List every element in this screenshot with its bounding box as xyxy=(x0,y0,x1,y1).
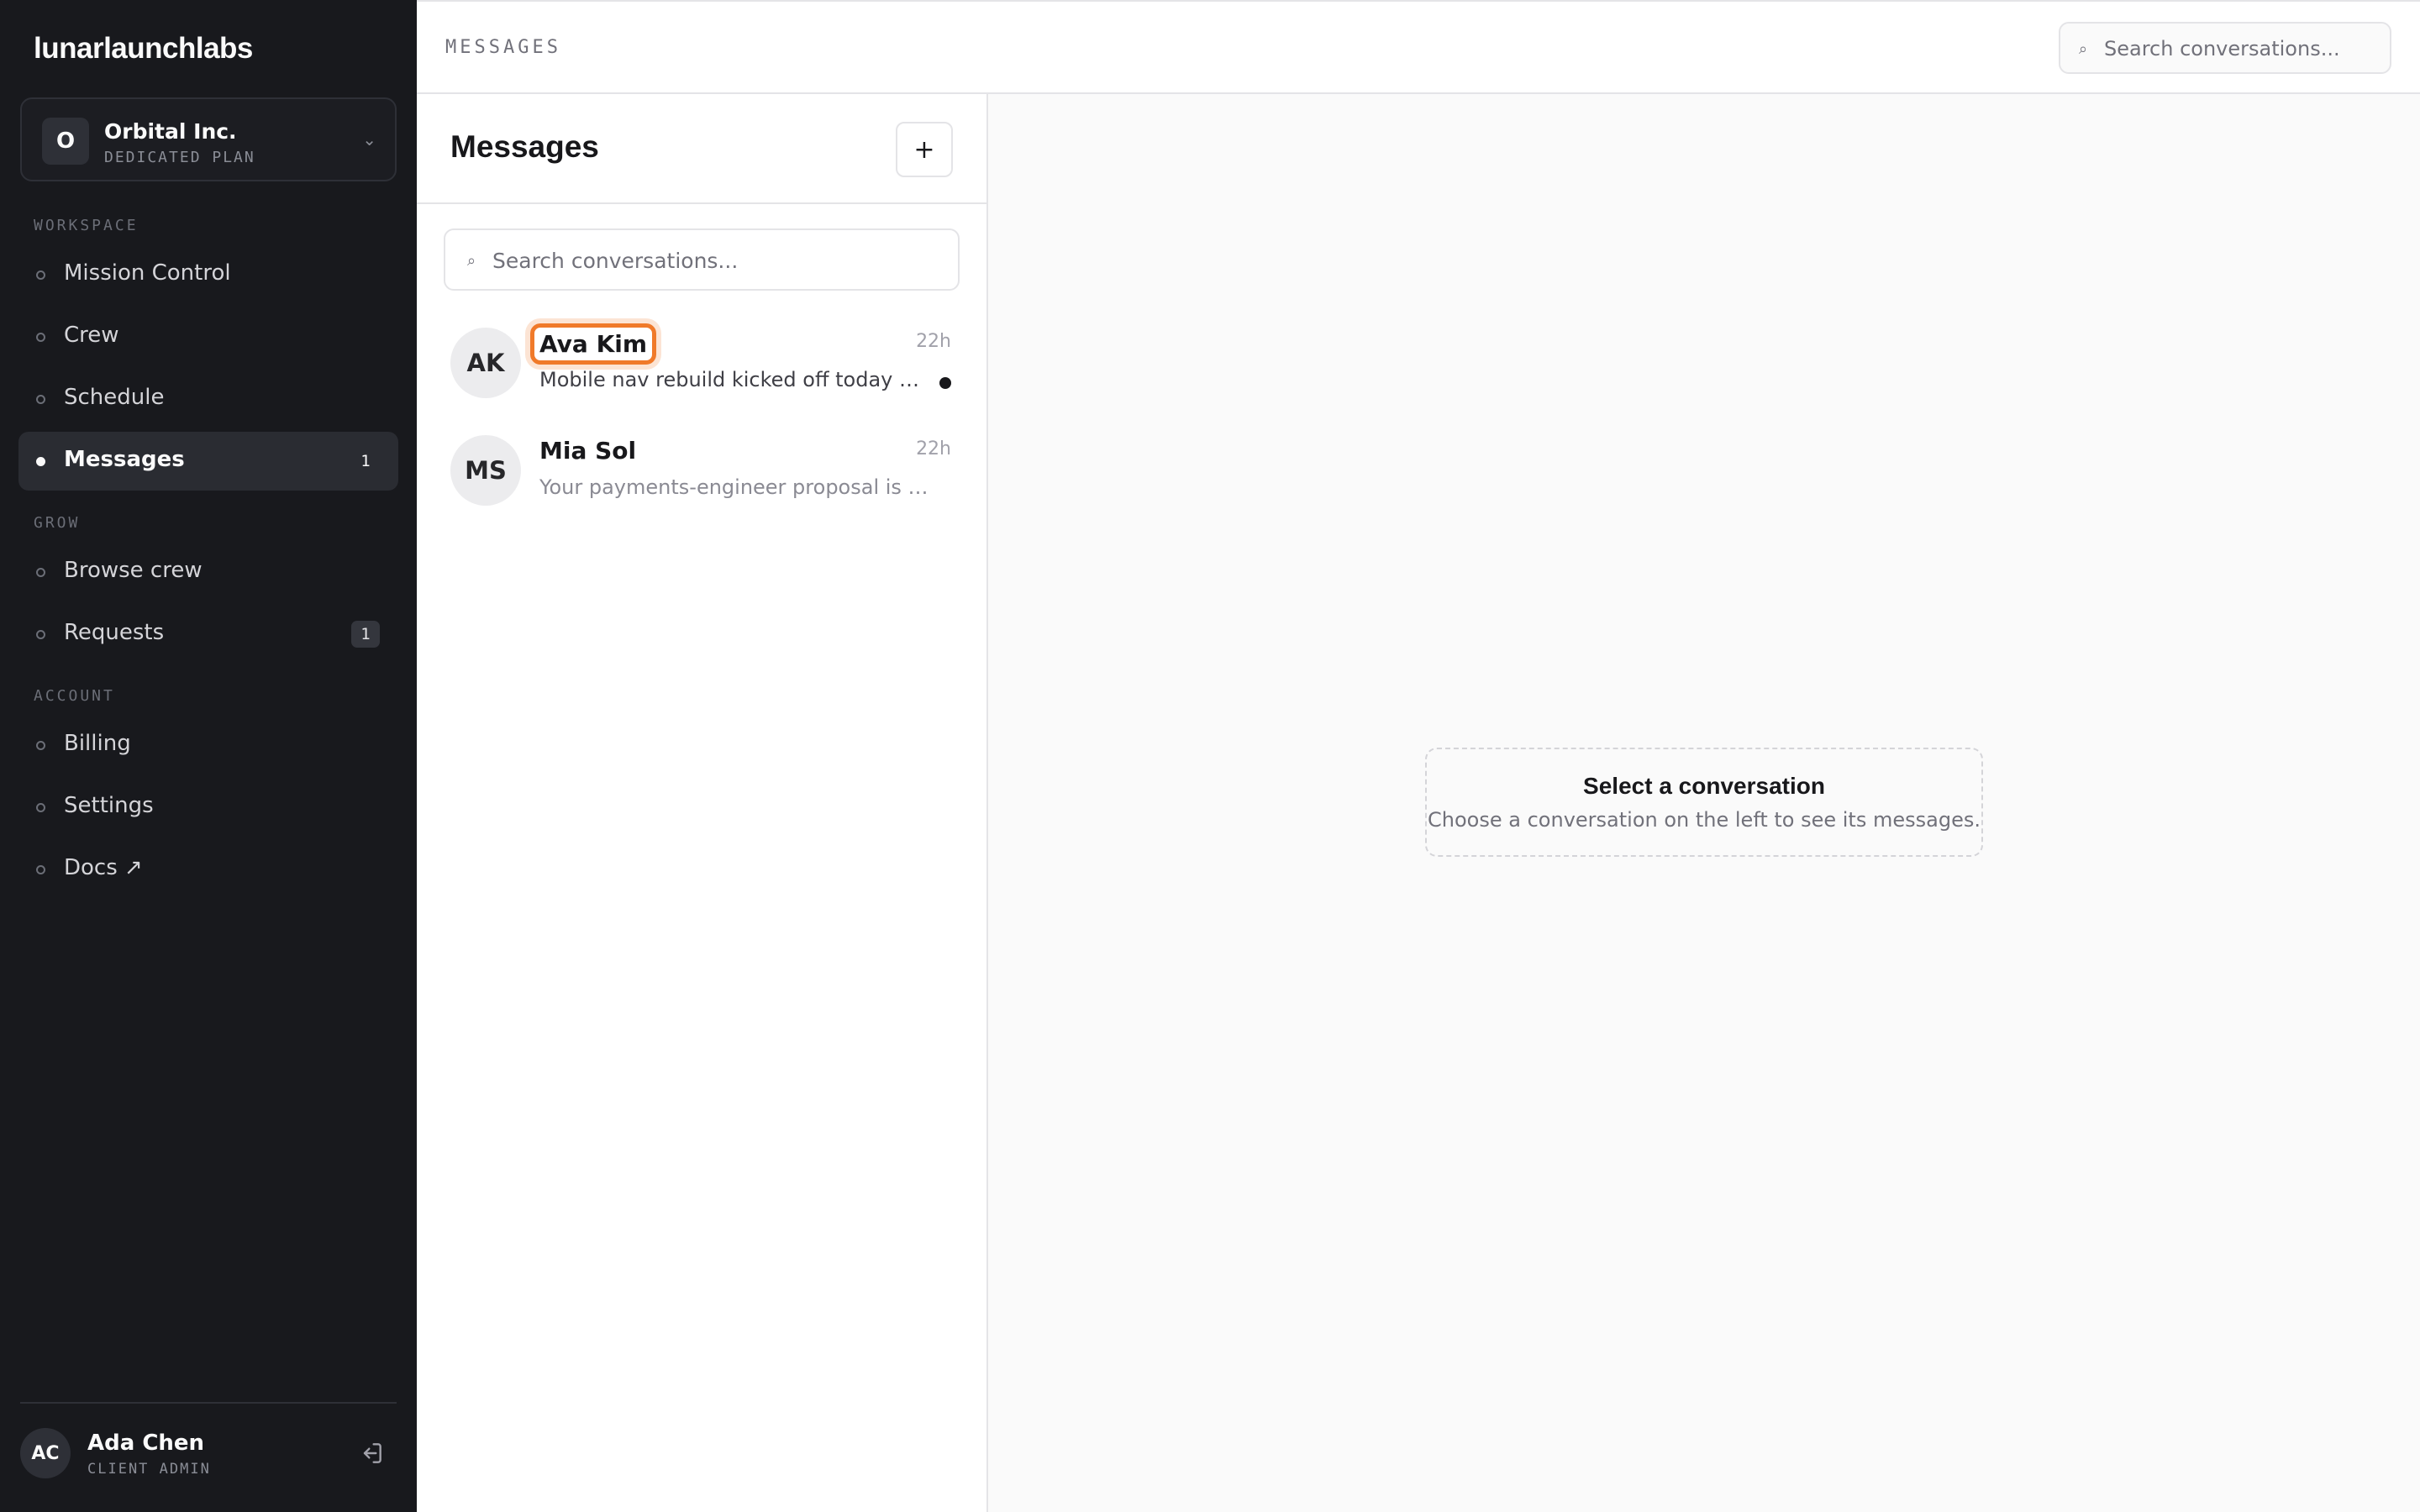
top-bar: MESSAGES ⌕ Search conversations... xyxy=(417,0,2420,94)
circle-icon xyxy=(36,741,45,750)
page-title: Messages xyxy=(450,129,599,164)
sidebar-item-label: Mission Control xyxy=(64,260,231,286)
sidebar-item-label: Messages xyxy=(64,447,185,472)
circle-icon xyxy=(36,333,45,342)
circle-icon xyxy=(36,865,45,874)
sidebar-item-label: Crew xyxy=(64,323,119,348)
circle-icon xyxy=(36,457,45,466)
conversation-name: Mia Sol xyxy=(539,437,637,465)
avatar: AK xyxy=(450,328,521,398)
divider xyxy=(417,202,986,204)
brand-logo[interactable]: lunarlaunchlabs xyxy=(34,32,253,66)
chevron-down-icon: ⌄ xyxy=(362,129,376,150)
sidebar-item-mission-control[interactable]: Mission Control xyxy=(18,245,398,304)
unread-count-badge: 1 xyxy=(360,452,371,470)
sidebar-item-label: Billing xyxy=(64,731,131,756)
search-icon: ⌕ xyxy=(2079,40,2088,58)
conversation-list-panel: Messages + ⌕ Search conversations... AK … xyxy=(417,94,988,1512)
empty-state-title: Select a conversation xyxy=(1583,773,1825,799)
search-placeholder: Search conversations... xyxy=(2104,37,2340,60)
sidebar-item-label: Settings xyxy=(64,793,154,818)
divider xyxy=(20,1402,397,1404)
requests-count-badge: 1 xyxy=(351,621,380,648)
circle-icon xyxy=(36,395,45,404)
org-switcher[interactable]: O Orbital Inc. DEDICATED PLAN ⌄ xyxy=(20,97,397,181)
org-name: Orbital Inc. xyxy=(104,119,237,144)
user-role: CLIENT ADMIN xyxy=(87,1461,211,1478)
sidebar-item-docs[interactable]: Docs ↗ xyxy=(18,840,398,899)
new-conversation-button[interactable]: + xyxy=(896,122,953,177)
conversation-search-input[interactable]: ⌕ Search conversations... xyxy=(444,228,960,291)
circle-icon xyxy=(36,568,45,577)
conversation-item-ava-kim[interactable]: AK Ava Kim 22h Mobile nav rebuild kicked… xyxy=(417,312,986,420)
conversation-name: Ava Kim xyxy=(530,323,657,365)
search-icon: ⌕ xyxy=(467,252,476,270)
sidebar-item-label: Schedule xyxy=(64,385,165,410)
circle-icon xyxy=(36,803,45,812)
org-plan: DEDICATED PLAN xyxy=(104,149,255,166)
sidebar-item-crew[interactable]: Crew xyxy=(18,307,398,366)
circle-icon xyxy=(36,270,45,280)
sidebar-item-browse-crew[interactable]: Browse crew xyxy=(18,543,398,601)
org-avatar: O xyxy=(42,118,89,165)
empty-state-subtitle: Choose a conversation on the left to see… xyxy=(1428,808,1981,832)
conversation-preview: Your payments-engineer proposal is read.… xyxy=(539,475,933,499)
unread-indicator xyxy=(939,377,951,389)
circle-icon xyxy=(36,630,45,639)
sidebar-item-label: Browse crew xyxy=(64,558,203,583)
section-label-grow: GROW xyxy=(34,514,81,532)
sidebar-item-schedule[interactable]: Schedule xyxy=(18,370,398,428)
sidebar-item-label: Requests xyxy=(64,620,165,645)
user-avatar[interactable]: AC xyxy=(20,1428,71,1478)
section-label-account: ACCOUNT xyxy=(34,687,115,705)
sidebar-item-billing[interactable]: Billing xyxy=(18,716,398,774)
sidebar: lunarlaunchlabs O Orbital Inc. DEDICATED… xyxy=(0,0,417,1512)
sidebar-item-messages[interactable]: Messages 1 xyxy=(18,432,398,491)
sidebar-item-requests[interactable]: Requests 1 xyxy=(18,605,398,664)
avatar: MS xyxy=(450,435,521,506)
section-label-workspace: WORKSPACE xyxy=(34,217,139,234)
global-search-input[interactable]: ⌕ Search conversations... xyxy=(2059,22,2391,74)
empty-state: Select a conversation Choose a conversat… xyxy=(1425,748,1983,857)
conversation-time: 22h xyxy=(916,331,951,352)
conversation-item-mia-sol[interactable]: MS Mia Sol 22h Your payments-engineer pr… xyxy=(417,420,986,528)
sidebar-item-label: Docs ↗ xyxy=(64,855,143,880)
breadcrumb: MESSAGES xyxy=(445,37,561,58)
sidebar-item-settings[interactable]: Settings xyxy=(18,778,398,837)
logout-icon[interactable] xyxy=(358,1440,385,1467)
conversation-preview: Mobile nav rebuild kicked off today — b.… xyxy=(539,368,933,391)
conversation-time: 22h xyxy=(916,438,951,459)
user-name: Ada Chen xyxy=(87,1431,205,1456)
search-placeholder: Search conversations... xyxy=(492,249,739,273)
